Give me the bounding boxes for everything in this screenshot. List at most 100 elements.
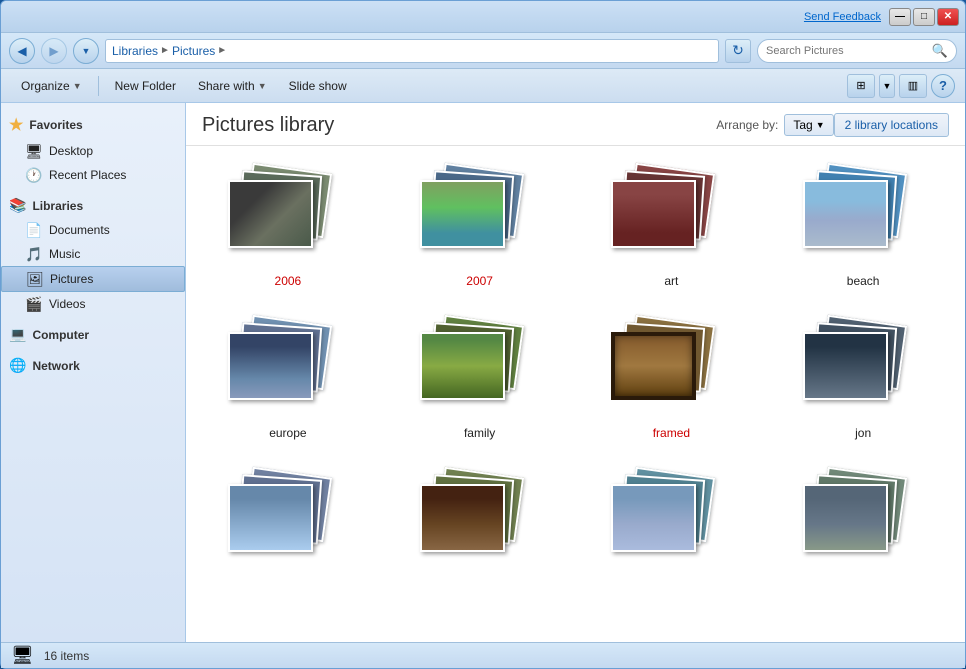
folder-2006-name: 2006 <box>275 274 302 288</box>
photo-stack <box>420 168 510 243</box>
breadcrumb-pictures[interactable]: Pictures <box>172 44 215 58</box>
dropdown-button[interactable]: ▼ <box>73 38 99 64</box>
folder-family[interactable]: family <box>394 314 566 446</box>
sidebar-item-videos[interactable]: 🎬 Videos <box>1 292 185 316</box>
folder-2006[interactable]: 2006 <box>202 162 374 294</box>
photo-stack <box>228 320 318 395</box>
folder-row3-2-thumbnail <box>420 472 540 572</box>
photo-stack <box>611 472 701 547</box>
folder-row3-3-thumbnail <box>611 472 731 572</box>
toolbar: Organize ▼ New Folder Share with ▼ Slide… <box>1 69 965 103</box>
folder-europe-name: europe <box>269 426 306 440</box>
photo-stack <box>803 320 893 395</box>
folder-beach-name: beach <box>847 274 880 288</box>
folder-row3-1-thumbnail <box>228 472 348 572</box>
photo-front <box>803 332 888 400</box>
folder-beach[interactable]: beach <box>777 162 949 294</box>
refresh-button[interactable]: ↻ <box>725 39 751 63</box>
folder-row3-2[interactable] <box>394 466 566 584</box>
photo-stack <box>228 168 318 243</box>
breadcrumb-libraries[interactable]: Libraries <box>112 44 158 58</box>
photo-front <box>611 180 696 248</box>
sidebar-favorites-header[interactable]: ★ Favorites <box>1 111 185 139</box>
search-input[interactable] <box>766 45 928 57</box>
documents-icon: 📄 <box>25 221 43 239</box>
computer-icon: 💻 <box>9 326 26 343</box>
folder-framed[interactable]: framed <box>586 314 758 446</box>
content-header: Pictures library Arrange by: Tag ▼ 2 lib… <box>186 103 965 146</box>
item-count: 16 items <box>44 649 89 663</box>
view-button[interactable]: ⊞ <box>847 74 875 98</box>
organize-button[interactable]: Organize ▼ <box>11 73 92 99</box>
folder-row3-1[interactable] <box>202 466 374 584</box>
sidebar-computer-header[interactable]: 💻 Computer <box>1 322 185 347</box>
sidebar-item-desktop[interactable]: 🖥 Desktop <box>1 139 185 163</box>
search-icon: 🔍 <box>932 43 948 59</box>
photo-stack <box>228 472 318 547</box>
sidebar-item-documents[interactable]: 📄 Documents <box>1 218 185 242</box>
folder-row3-3[interactable] <box>586 466 758 584</box>
desktop-icon: 🖥 <box>25 142 43 160</box>
folder-europe[interactable]: europe <box>202 314 374 446</box>
address-input[interactable]: Libraries ► Pictures ► <box>105 39 719 63</box>
explorer-window: Send Feedback — □ ✕ ◀ ▶ ▼ Libraries ► Pi… <box>0 0 966 669</box>
sidebar-item-recent-places[interactable]: 🕐 Recent Places <box>1 163 185 187</box>
status-icon: 🖥 <box>11 645 34 666</box>
sidebar-group-network: 🌐 Network <box>1 353 185 378</box>
folder-art[interactable]: art <box>586 162 758 294</box>
details-pane-button[interactable]: ▥ <box>899 74 927 98</box>
network-icon: 🌐 <box>9 357 26 374</box>
arrange-wrap: Arrange by: Tag ▼ <box>716 114 833 136</box>
sidebar-item-pictures[interactable]: 🖼 Pictures <box>1 266 185 292</box>
folder-row3-4-thumbnail <box>803 472 923 572</box>
window-controls: — □ ✕ <box>889 8 959 26</box>
photo-front <box>228 484 313 552</box>
photo-front <box>803 180 888 248</box>
maximize-button[interactable]: □ <box>913 8 935 26</box>
slide-show-button[interactable]: Slide show <box>279 73 357 99</box>
videos-icon: 🎬 <box>25 295 43 313</box>
organize-arrow-icon: ▼ <box>73 81 82 91</box>
share-with-button[interactable]: Share with ▼ <box>188 73 277 99</box>
folder-jon[interactable]: jon <box>777 314 949 446</box>
photo-stack <box>611 168 701 243</box>
photo-front <box>228 180 313 248</box>
folder-2006-thumbnail <box>228 168 348 268</box>
photo-stack <box>803 472 893 547</box>
folder-row3-4[interactable] <box>777 466 949 584</box>
photo-front <box>803 484 888 552</box>
folder-art-thumbnail <box>611 168 731 268</box>
sidebar-group-favorites: ★ Favorites 🖥 Desktop 🕐 Recent Places <box>1 111 185 187</box>
sidebar-libraries-header[interactable]: 📚 Libraries <box>1 193 185 218</box>
sidebar: ★ Favorites 🖥 Desktop 🕐 Recent Places 📚 … <box>1 103 186 642</box>
sidebar-group-libraries: 📚 Libraries 📄 Documents 🎵 Music 🖼 Pictur… <box>1 193 185 316</box>
toolbar-right: ⊞ ▼ ▥ ? <box>847 74 955 98</box>
library-locations-button[interactable]: 2 library locations <box>834 113 949 137</box>
breadcrumb: Libraries ► Pictures ► <box>112 44 712 58</box>
send-feedback-link[interactable]: Send Feedback <box>804 11 881 23</box>
minimize-button[interactable]: — <box>889 8 911 26</box>
folder-family-name: family <box>464 426 495 440</box>
pane-icon: ▥ <box>908 79 918 92</box>
new-folder-button[interactable]: New Folder <box>105 73 186 99</box>
folder-jon-name: jon <box>855 426 871 440</box>
photo-stack <box>420 472 510 547</box>
music-icon: 🎵 <box>25 245 43 263</box>
photo-front <box>420 332 505 400</box>
forward-button[interactable]: ▶ <box>41 38 67 64</box>
folder-2007[interactable]: 2007 <box>394 162 566 294</box>
tag-button[interactable]: Tag ▼ <box>784 114 833 136</box>
folder-framed-thumbnail <box>611 320 731 420</box>
tag-arrow-icon: ▼ <box>816 120 825 130</box>
view-arrow-button[interactable]: ▼ <box>879 74 895 98</box>
sidebar-item-music[interactable]: 🎵 Music <box>1 242 185 266</box>
close-button[interactable]: ✕ <box>937 8 959 26</box>
back-button[interactable]: ◀ <box>9 38 35 64</box>
sidebar-network-header[interactable]: 🌐 Network <box>1 353 185 378</box>
photo-front <box>420 484 505 552</box>
title-bar: Send Feedback — □ ✕ <box>1 1 965 33</box>
sidebar-group-computer: 💻 Computer <box>1 322 185 347</box>
help-button[interactable]: ? <box>931 74 955 98</box>
folders-grid: 2006 2007 <box>186 146 965 600</box>
folder-family-thumbnail <box>420 320 540 420</box>
